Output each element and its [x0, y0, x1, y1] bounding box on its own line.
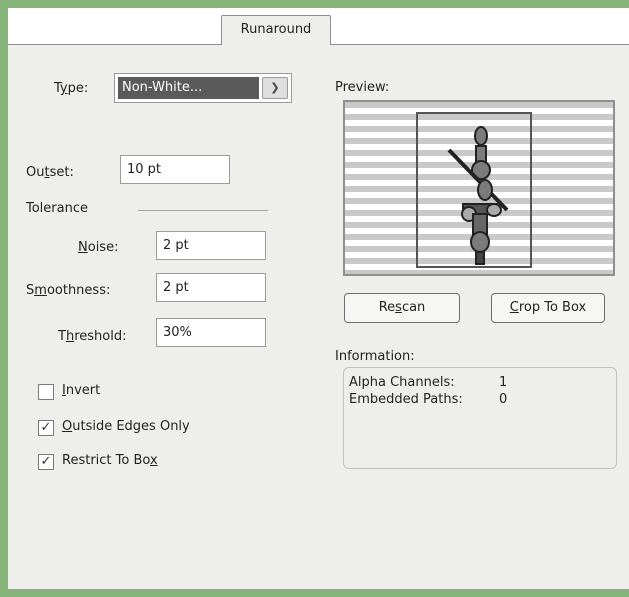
preview-label: Preview: — [335, 80, 390, 95]
smoothness-field[interactable] — [156, 273, 266, 302]
invert-checkbox[interactable] — [38, 384, 54, 400]
restrict-box-label[interactable]: Restrict To Box — [62, 453, 158, 468]
dialog-frame: Runaround Type: Non-White... ❯ Outset: T… — [0, 0, 629, 597]
tab-strip: Runaround — [8, 8, 629, 46]
info-row-name: Alpha Channels: — [349, 375, 455, 390]
info-row-value: 1 — [499, 375, 508, 390]
crop-to-box-button[interactable]: Crop To Box — [491, 293, 605, 323]
info-row-name: Embedded Paths: — [349, 392, 463, 407]
info-row-value: 0 — [499, 392, 508, 407]
chevron-down-icon[interactable]: ❯ — [262, 77, 288, 99]
threshold-label: Threshold: — [58, 329, 127, 344]
smoothness-label: Smoothness: — [26, 283, 111, 298]
type-select-value: Non-White... — [118, 77, 259, 99]
checkmark-icon: ✓ — [40, 454, 52, 469]
threshold-field[interactable] — [156, 318, 266, 347]
type-label: Type: — [54, 81, 89, 96]
checkmark-icon: ✓ — [40, 420, 52, 435]
outside-edges-label[interactable]: Outside Edges Only — [62, 419, 190, 434]
invert-label[interactable]: Invert — [62, 383, 100, 398]
restrict-box-checkbox[interactable]: ✓ — [38, 454, 54, 470]
noise-label: Noise: — [78, 240, 119, 255]
rescan-button[interactable]: Rescan — [344, 293, 460, 323]
tolerance-divider — [138, 210, 268, 211]
information-box: Alpha Channels: 1 Embedded Paths: 0 — [343, 367, 617, 469]
noise-field[interactable] — [156, 231, 266, 260]
runaround-figure-icon — [447, 126, 509, 265]
outset-field[interactable] — [120, 155, 230, 184]
tab-runaround[interactable]: Runaround — [221, 15, 331, 46]
information-label: Information: — [335, 349, 415, 364]
runaround-panel: Type: Non-White... ❯ Outset: Tolerance N… — [8, 45, 629, 589]
outside-edges-checkbox[interactable]: ✓ — [38, 420, 54, 436]
preview-figure — [416, 112, 532, 268]
preview-image — [343, 100, 615, 276]
type-select[interactable]: Non-White... ❯ — [114, 73, 292, 103]
tolerance-heading: Tolerance — [26, 201, 88, 216]
outset-label: Outset: — [26, 165, 74, 180]
